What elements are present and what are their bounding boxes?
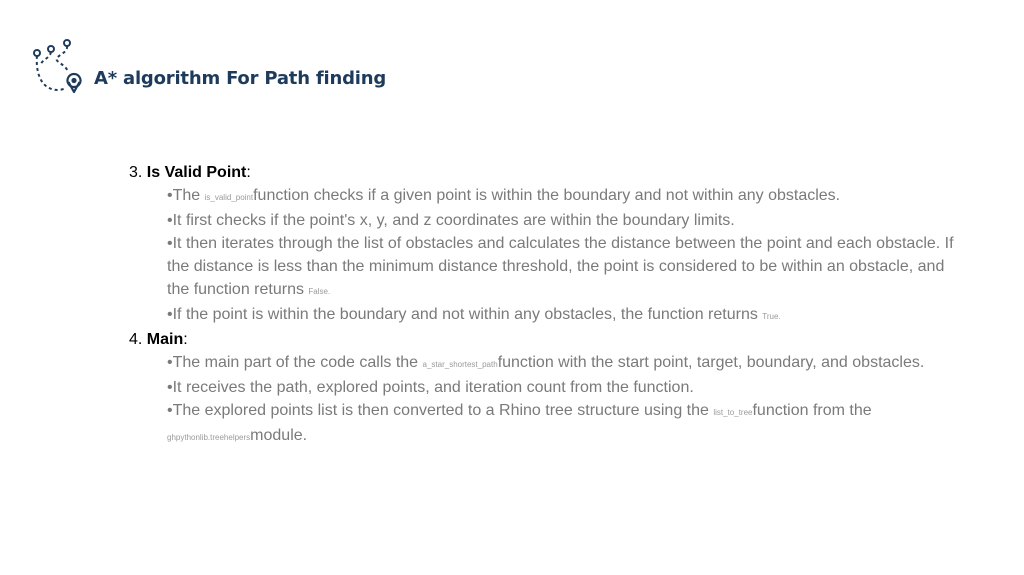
inline-code: ghpythonlib.treehelpers (167, 433, 251, 442)
bullet-item: •If the point is within the boundary and… (167, 306, 781, 323)
section-title: Is Valid Point (146, 164, 247, 181)
bullet-item: •It then iterates through the list of ob… (167, 235, 954, 298)
slide-header: A* algorithm For Path finding (30, 34, 386, 94)
section-heading-main: 4. Main: (129, 331, 188, 348)
inline-code: True. (762, 312, 781, 321)
section-number: 3. (129, 164, 143, 181)
slide-title: A* algorithm For Path finding (94, 68, 387, 89)
bullet-list: •The is_valid_pointfunction checks if a … (167, 184, 959, 328)
bullet-item: •The is_valid_pointfunction checks if a … (167, 187, 841, 204)
bullet-item: •It receives the path, explored points, … (167, 379, 694, 396)
slide-body: 3. Is Valid Point: •The is_valid_pointfu… (129, 161, 959, 449)
bullet-list: •The main part of the code calls the a_s… (167, 351, 959, 449)
inline-code: False. (308, 287, 331, 296)
section-title: Main (146, 331, 184, 348)
route-map-pin-icon (33, 39, 82, 94)
section-heading-is-valid-point: 3. Is Valid Point: (129, 164, 251, 181)
bullet-item: •The main part of the code calls the a_s… (167, 354, 925, 371)
section-number: 4. (129, 331, 143, 348)
inline-code: list_to_tree (713, 408, 753, 417)
inline-code: a_star_shortest_path (422, 360, 498, 369)
inline-code: is_valid_point (204, 193, 254, 202)
bullet-item: •The explored points list is then conver… (167, 402, 872, 444)
bullet-item: •It first checks if the point's x, y, an… (167, 212, 735, 229)
